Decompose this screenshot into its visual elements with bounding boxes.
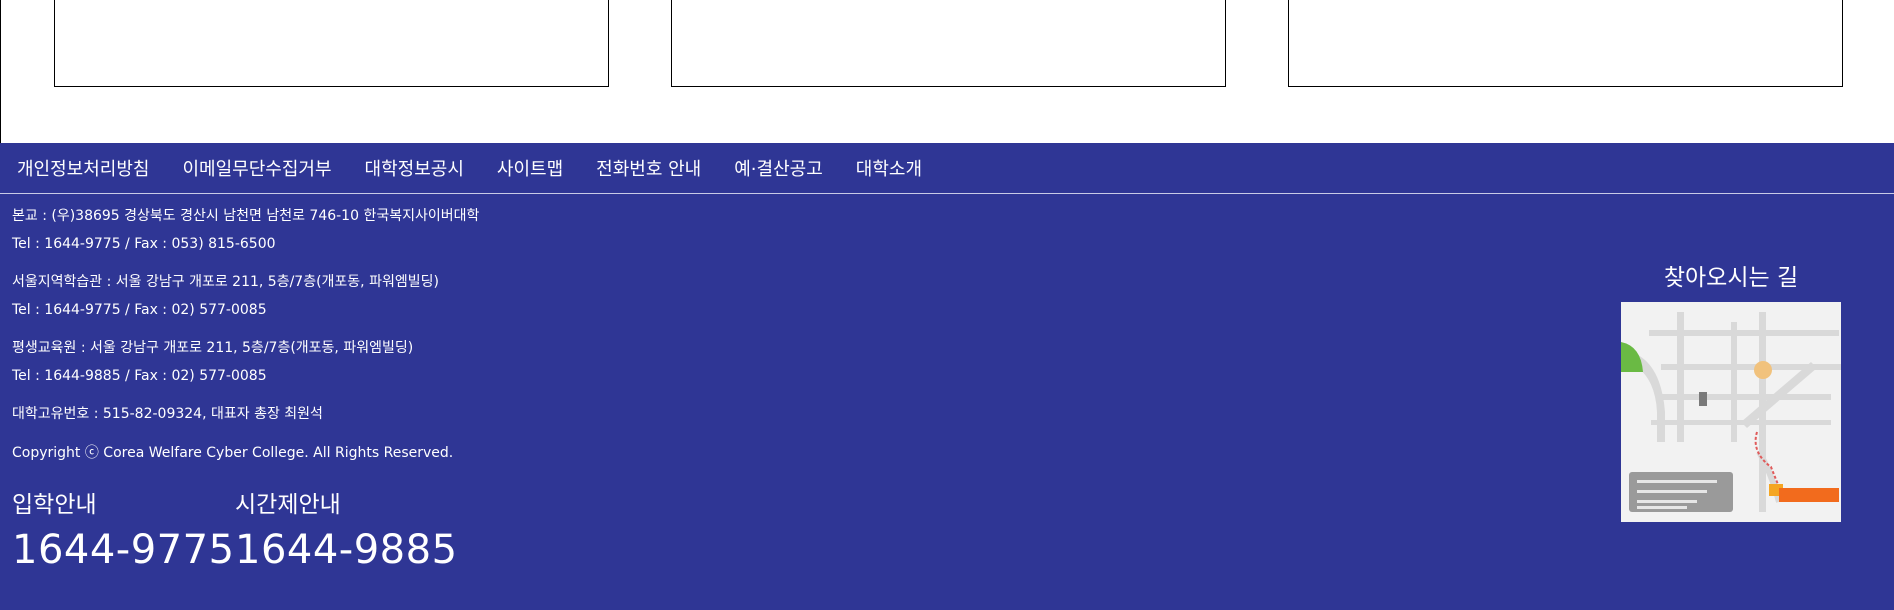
main-campus-tel: Tel : 1644-9775 / Fax : 053) 815-6500 [12,236,276,252]
admission-phone: 입학안내 1644-9775 [12,492,235,572]
content-box-2 [671,0,1226,87]
directions: 찾아오시는 길 [1620,265,1842,522]
directions-map[interactable] [1621,302,1841,522]
copyright-text: Copyright ⓒ Corea Welfare Cyber College.… [12,445,454,461]
footer-link-email-refusal[interactable]: 이메일무단수집거부 [182,155,331,181]
footer-link-about[interactable]: 대학소개 [856,155,922,181]
lifelong-edu-address: 평생교육원 : 서울 강남구 개포로 211, 5층/7층(개포동, 파워엠빌딩… [12,340,414,356]
footer-link-privacy[interactable]: 개인정보처리방침 [17,155,149,181]
footer-nav-divider [0,193,1894,194]
university-id-number: 대학고유번호 : 515-82-09324, 대표자 총장 최원석 [12,406,323,422]
map-image [1621,302,1841,522]
footer-link-sitemap[interactable]: 사이트맵 [497,155,563,181]
directions-title: 찾아오시는 길 [1663,265,1799,291]
main-campus-address: 본교 : (우)38695 경상북도 경산시 남천면 남천로 746-10 한국… [12,208,480,224]
footer-link-disclosure[interactable]: 대학정보공시 [365,155,464,181]
seoul-center-tel: Tel : 1644-9775 / Fax : 02) 577-0085 [12,302,267,318]
admission-phone-number: 1644-9775 [12,527,235,573]
site-footer: 개인정보처리방침 이메일무단수집거부 대학정보공시 사이트맵 전화번호 안내 예… [0,143,1894,610]
footer-link-budget[interactable]: 예·결산공고 [734,155,823,181]
footer-nav: 개인정보처리방침 이메일무단수집거부 대학정보공시 사이트맵 전화번호 안내 예… [0,143,1894,193]
content-box-3 [1288,0,1843,87]
lifelong-edu-tel: Tel : 1644-9885 / Fax : 02) 577-0085 [12,368,267,384]
content-box-1 [54,0,609,87]
admission-phone-label: 입학안내 [12,492,97,518]
parttime-phone: 시간제안내 1644-9885 [235,492,458,572]
footer-link-phone-guide[interactable]: 전화번호 안내 [596,155,701,181]
seoul-center-address: 서울지역학습관 : 서울 강남구 개포로 211, 5층/7층(개포동, 파워엠… [12,274,439,290]
parttime-phone-label: 시간제안내 [235,492,341,518]
parttime-phone-number: 1644-9885 [235,527,458,573]
